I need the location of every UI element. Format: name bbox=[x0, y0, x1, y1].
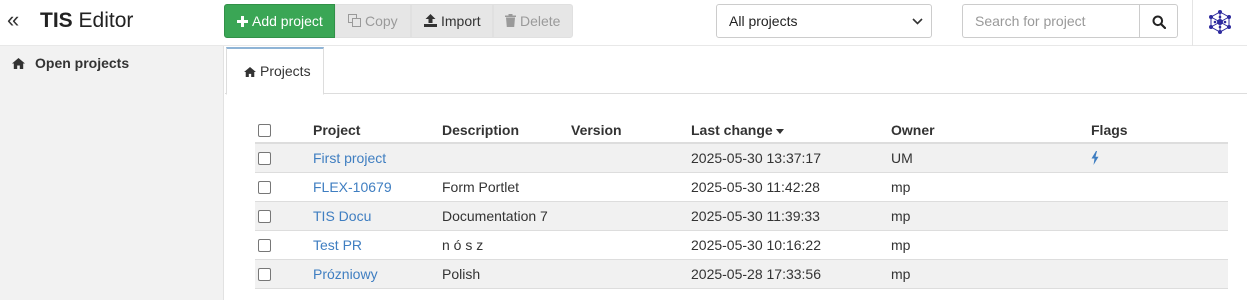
project-owner: mp bbox=[891, 266, 911, 282]
tab-bar: Projects bbox=[225, 46, 1247, 95]
project-link[interactable]: Test PR bbox=[313, 231, 362, 259]
project-owner: mp bbox=[891, 237, 911, 253]
row-checkbox[interactable] bbox=[258, 144, 271, 172]
column-header-last-change[interactable]: Last change bbox=[691, 116, 784, 144]
import-button[interactable]: Import bbox=[411, 4, 493, 38]
trash-icon bbox=[505, 14, 516, 27]
table-row[interactable]: Prózniowy Polish 2025-05-28 17:33:56 mp bbox=[255, 260, 1228, 289]
column-header-flags[interactable]: Flags bbox=[1091, 116, 1128, 144]
import-label: Import bbox=[441, 13, 481, 29]
company-logo-icon[interactable] bbox=[1207, 8, 1233, 36]
search-input[interactable] bbox=[962, 4, 1140, 38]
copy-label: Copy bbox=[365, 13, 398, 29]
project-link[interactable]: Prózniowy bbox=[313, 260, 378, 288]
select-all-checkbox[interactable] bbox=[258, 116, 271, 144]
project-last-change: 2025-05-30 11:39:33 bbox=[691, 208, 820, 224]
row-checkbox[interactable] bbox=[258, 231, 271, 259]
row-checkbox[interactable] bbox=[258, 202, 271, 230]
project-description: Form Portlet bbox=[442, 179, 520, 195]
projects-table: Project Description Version Last change … bbox=[255, 116, 1228, 289]
copy-icon bbox=[348, 14, 361, 27]
column-header-description[interactable]: Description bbox=[442, 116, 519, 144]
app-title-rest: Editor bbox=[72, 9, 134, 32]
search-icon bbox=[1152, 15, 1166, 29]
sort-desc-icon bbox=[775, 128, 784, 134]
column-header-owner[interactable]: Owner bbox=[891, 116, 935, 144]
row-checkbox[interactable] bbox=[258, 173, 271, 201]
top-bar: « TIS Editor Add project Copy Import Del… bbox=[0, 0, 1247, 46]
project-last-change: 2025-05-30 11:42:28 bbox=[691, 179, 820, 195]
table-row[interactable]: FLEX-10679 Form Portlet 2025-05-30 11:42… bbox=[255, 173, 1228, 202]
add-project-label: Add project bbox=[252, 13, 323, 29]
collapse-sidebar-icon[interactable]: « bbox=[7, 8, 19, 32]
project-link[interactable]: FLEX-10679 bbox=[313, 173, 392, 201]
table-row[interactable]: TIS Docu Documentation 7 2025-05-30 11:3… bbox=[255, 202, 1228, 231]
upload-icon bbox=[424, 14, 437, 27]
sidebar-item-label: Open projects bbox=[35, 55, 130, 71]
project-link[interactable]: First project bbox=[313, 144, 386, 172]
project-owner: UM bbox=[891, 150, 913, 166]
add-project-button[interactable]: Add project bbox=[224, 4, 335, 38]
project-last-change: 2025-05-30 13:37:17 bbox=[691, 150, 821, 166]
column-header-project[interactable]: Project bbox=[313, 116, 360, 144]
app-title-bold: TIS bbox=[40, 9, 73, 32]
delete-button[interactable]: Delete bbox=[493, 4, 573, 38]
column-header-version[interactable]: Version bbox=[571, 116, 622, 144]
project-last-change: 2025-05-28 17:33:56 bbox=[691, 266, 821, 282]
plus-icon bbox=[237, 16, 248, 27]
home-icon bbox=[244, 67, 256, 77]
delete-label: Delete bbox=[520, 13, 561, 29]
table-header: Project Description Version Last change … bbox=[255, 116, 1228, 144]
sidebar: Open projects bbox=[0, 46, 224, 300]
copy-button[interactable]: Copy bbox=[335, 4, 411, 38]
bolt-icon bbox=[1091, 151, 1099, 165]
app-title: TIS Editor bbox=[40, 8, 133, 34]
project-filter-value: All projects bbox=[729, 13, 798, 29]
table-row[interactable]: First project 2025-05-30 13:37:17 UM bbox=[255, 144, 1228, 173]
project-owner: mp bbox=[891, 208, 911, 224]
project-filter-select[interactable]: All projects bbox=[716, 4, 932, 38]
column-header-last-change-label: Last change bbox=[691, 122, 773, 138]
search-group bbox=[962, 4, 1178, 38]
tab-label: Projects bbox=[260, 63, 311, 79]
table-row[interactable]: Test PR n ó s z 2025-05-30 10:16:22 mp bbox=[255, 231, 1228, 260]
chevron-down-icon bbox=[912, 18, 923, 25]
tab-projects[interactable]: Projects bbox=[226, 47, 324, 95]
project-owner: mp bbox=[891, 179, 911, 195]
project-description: Polish bbox=[442, 266, 481, 282]
header-divider bbox=[1192, 0, 1193, 46]
project-description: n ó s z bbox=[442, 237, 484, 253]
home-icon bbox=[12, 58, 25, 69]
project-last-change: 2025-05-30 10:16:22 bbox=[691, 237, 821, 253]
project-description: Documentation 7 bbox=[442, 208, 548, 224]
search-button[interactable] bbox=[1139, 4, 1178, 38]
project-link[interactable]: TIS Docu bbox=[313, 202, 371, 230]
sidebar-item-open-projects[interactable]: Open projects bbox=[12, 54, 129, 72]
row-checkbox[interactable] bbox=[258, 260, 271, 288]
